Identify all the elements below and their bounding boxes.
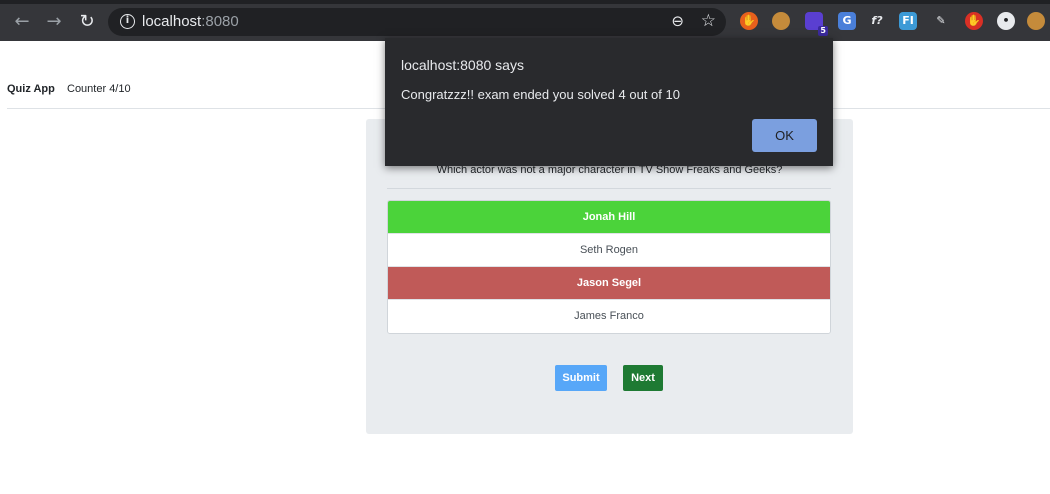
translate-icon[interactable]: G — [838, 12, 856, 30]
extension-badge: 5 — [818, 26, 828, 36]
cookie-icon[interactable] — [772, 12, 790, 30]
dialog-title: localhost:8080 says — [401, 57, 524, 73]
zoom-icon[interactable]: ⊖ — [671, 12, 684, 30]
tab-strip — [0, 0, 1050, 4]
browser-toolbar: ← → ↻ i localhost:8080 ⊖ ☆ ✋ 5 G f? FI ✎… — [0, 0, 1050, 41]
question-divider — [387, 188, 831, 189]
stop-hand-icon[interactable]: ✋ — [965, 12, 983, 30]
answer-option[interactable]: Seth Rogen — [388, 234, 830, 267]
answer-option-correct[interactable]: Jonah Hill — [388, 201, 830, 234]
url-host: localhost — [142, 13, 202, 30]
ok-button[interactable]: OK — [752, 119, 817, 152]
answer-option-wrong[interactable]: Jason Segel — [388, 267, 830, 300]
answer-option[interactable]: James Franco — [388, 300, 830, 333]
extension-5-icon[interactable]: f? — [868, 12, 886, 30]
back-icon[interactable]: ← — [12, 12, 32, 32]
extension-3-icon[interactable]: 5 — [805, 12, 828, 36]
answer-list: Jonah Hill Seth Rogen Jason Segel James … — [387, 200, 831, 334]
extension-6-icon[interactable]: FI — [899, 12, 917, 30]
forward-icon[interactable]: → — [44, 12, 64, 32]
question-counter: Counter 4/10 — [67, 83, 131, 95]
app-navbar: Quiz App Counter 4/10 — [7, 83, 131, 95]
cookie-2-icon[interactable] — [1027, 12, 1045, 30]
extension-9-icon[interactable]: • — [997, 12, 1015, 30]
url-text[interactable]: localhost:8080 — [142, 13, 239, 30]
alert-dialog: localhost:8080 says Congratzzz!! exam en… — [385, 38, 833, 166]
dialog-message: Congratzzz!! exam ended you solved 4 out… — [401, 87, 680, 102]
site-info-icon[interactable]: i — [120, 14, 135, 29]
pen-icon[interactable]: ✎ — [932, 12, 950, 30]
reload-icon[interactable]: ↻ — [77, 12, 97, 32]
quiz-card: Which actor was not a major character in… — [366, 119, 853, 434]
submit-button[interactable]: Submit — [555, 365, 607, 391]
extension-1-icon[interactable]: ✋ — [740, 12, 758, 30]
address-bar[interactable]: i localhost:8080 ⊖ ☆ — [108, 8, 726, 36]
bookmark-star-icon[interactable]: ☆ — [701, 11, 716, 31]
next-button[interactable]: Next — [623, 365, 663, 391]
app-brand[interactable]: Quiz App — [7, 83, 55, 95]
url-port: :8080 — [201, 13, 239, 30]
